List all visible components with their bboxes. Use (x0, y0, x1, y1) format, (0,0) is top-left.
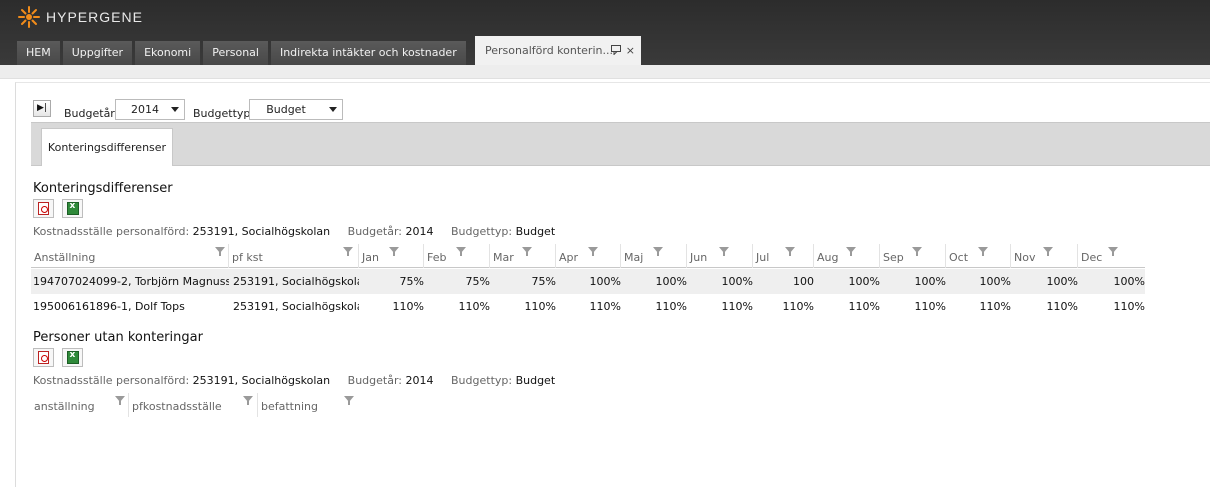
open-tab-label: Personalförd konterin... (485, 44, 613, 57)
filter-icon[interactable] (588, 247, 598, 256)
header-band (0, 65, 1210, 79)
col-header-pfkostnadsstalle[interactable]: pfkostnadsställe (129, 393, 258, 417)
col-header-oct[interactable]: Oct (946, 244, 1011, 268)
filter-icon[interactable] (846, 247, 856, 256)
comment-icon[interactable] (611, 45, 622, 56)
pdf-icon (38, 351, 49, 364)
col-header-pfkst[interactable]: pf kst (229, 244, 359, 268)
excel-icon (66, 201, 79, 215)
filter-icon[interactable] (115, 396, 125, 405)
export-excel-button[interactable] (62, 199, 83, 218)
export-pdf-button[interactable] (33, 199, 54, 218)
filter-icon[interactable] (653, 247, 663, 256)
budgetar-select-value: 2014 (131, 103, 159, 116)
col-header-befattning[interactable]: befattning (258, 393, 361, 417)
budgettyp-select-value: Budget (266, 103, 306, 116)
pdf-icon (38, 202, 49, 215)
filter-icon[interactable] (978, 247, 988, 256)
filter-icon[interactable] (912, 247, 922, 256)
col-header-dec[interactable]: Dec (1078, 244, 1145, 268)
nav-tab-indirekta[interactable]: Indirekta intäkter och kostnader (270, 41, 466, 65)
filter-icon[interactable] (344, 396, 354, 405)
logo-text: HYPERGENE (46, 9, 143, 25)
section-title-konteringsdifferenser: Konteringsdifferenser (33, 181, 173, 196)
tab-konteringsdifferenser[interactable]: Konteringsdifferenser (41, 128, 173, 166)
budgetar-label: Budgetår (64, 107, 115, 120)
main-nav: HEM Uppgifter Ekonomi Personal Indirekta… (17, 41, 469, 65)
col-header-aug[interactable]: Aug (814, 244, 880, 268)
col-header-nov[interactable]: Nov (1011, 244, 1078, 268)
filter-icon[interactable] (522, 247, 532, 256)
filter-icon[interactable] (456, 247, 466, 256)
nav-tab-hem[interactable]: HEM (17, 41, 60, 65)
filter-icon[interactable] (243, 396, 253, 405)
section-title-personer-utan-konteringar: Personer utan konteringar (33, 330, 203, 345)
col-header-jul[interactable]: Jul (753, 244, 814, 268)
excel-icon (66, 350, 79, 364)
top-bar: HYPERGENE HEM Uppgifter Ekonomi Personal… (0, 0, 1210, 65)
col-header-sep[interactable]: Sep (880, 244, 946, 268)
col-header-maj[interactable]: Maj (621, 244, 687, 268)
budgettyp-select[interactable]: Budget (249, 99, 343, 120)
col-header-feb[interactable]: Feb (424, 244, 490, 268)
filter-icon[interactable] (343, 247, 353, 256)
col-header-anstallning[interactable]: Anställning (31, 244, 229, 268)
app-logo[interactable]: HYPERGENE (18, 6, 143, 28)
close-icon[interactable]: × (626, 44, 635, 57)
nav-tab-uppgifter[interactable]: Uppgifter (62, 41, 133, 65)
skip-to-end-button[interactable]: ▶| (33, 100, 51, 117)
budgettyp-label: Budgettyp (193, 107, 251, 120)
nav-tab-personal[interactable]: Personal (203, 41, 268, 65)
nav-tab-ekonomi[interactable]: Ekonomi (135, 41, 201, 65)
chevron-down-icon (171, 107, 179, 112)
export-pdf-button[interactable] (33, 348, 54, 367)
sun-logo-icon (18, 6, 40, 28)
subtab-bar (31, 122, 1210, 166)
filter-icon[interactable] (215, 247, 225, 256)
col-header-jun[interactable]: Jun (687, 244, 753, 268)
table-row[interactable]: 194707024099-2, Torbjörn Magnusson 25319… (31, 269, 1145, 294)
open-tab-personalford[interactable]: Personalförd konterin... × (475, 36, 641, 65)
export-excel-button[interactable] (62, 348, 83, 367)
budgetar-select[interactable]: 2014 (115, 99, 185, 120)
col-header-mar[interactable]: Mar (490, 244, 556, 268)
table-row[interactable]: 195006161896-1, Dolf Tops 253191, Social… (31, 294, 1145, 319)
chevron-down-icon (329, 107, 337, 112)
filter-icon[interactable] (1043, 247, 1053, 256)
col-header-jan[interactable]: Jan (359, 244, 424, 268)
section2-meta: Kostnadsställe personalförd: 253191, Soc… (33, 374, 556, 387)
personer-grid-header: anställning pfkostnadsställe befattning (31, 393, 361, 417)
filter-icon[interactable] (1108, 247, 1118, 256)
col-header-apr[interactable]: Apr (556, 244, 621, 268)
kontering-grid-header: Anställning pf kst Jan Feb Mar Apr Maj J… (31, 244, 1145, 268)
filter-icon[interactable] (785, 247, 795, 256)
filter-icon[interactable] (389, 247, 399, 256)
filter-icon[interactable] (719, 247, 729, 256)
col-header-anstallning-lower[interactable]: anställning (31, 393, 129, 417)
section1-meta: Kostnadsställe personalförd: 253191, Soc… (33, 225, 556, 238)
